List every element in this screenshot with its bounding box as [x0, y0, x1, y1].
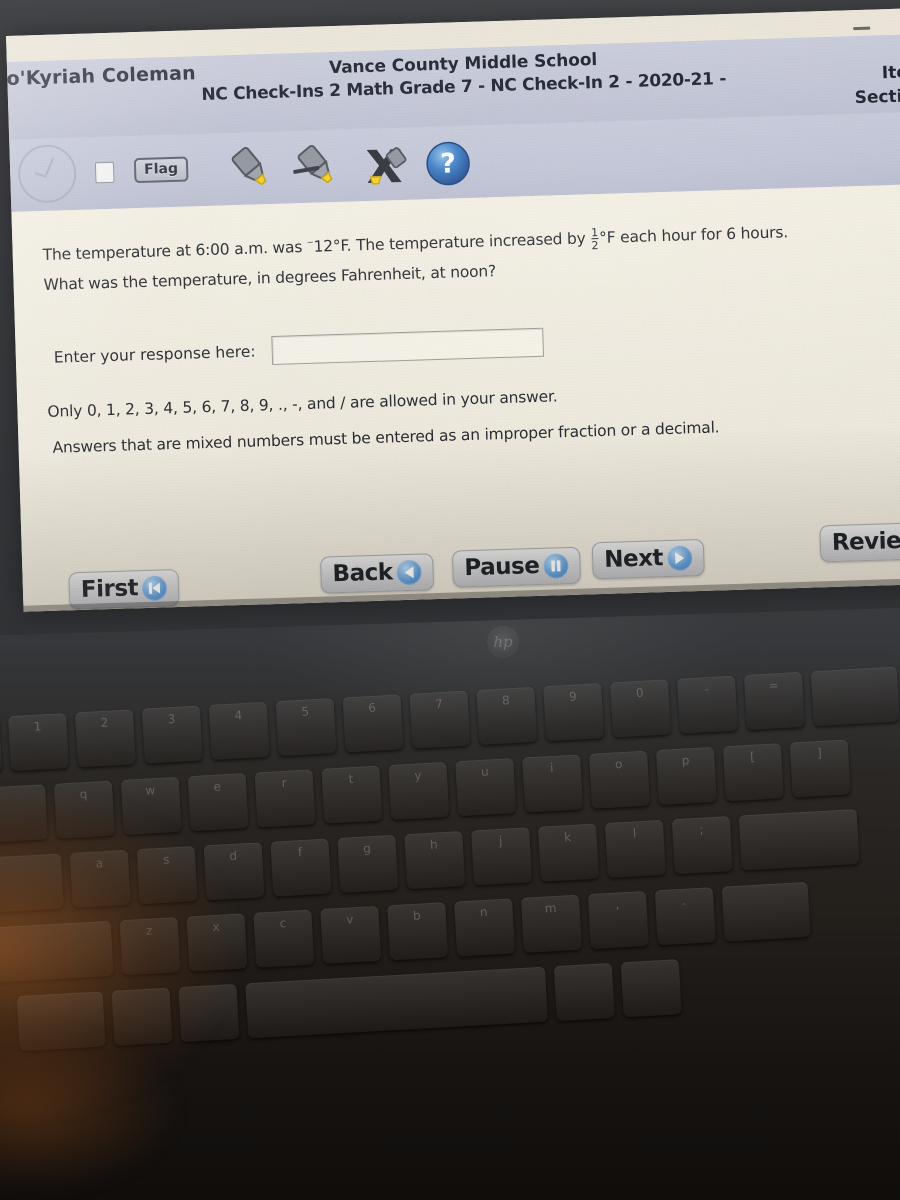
help-icon[interactable]: ? [421, 138, 475, 190]
key: 8 [476, 686, 538, 745]
fraction-denominator: 2 [591, 238, 599, 253]
key: 5 [275, 698, 337, 757]
flag-button[interactable]: Flag [133, 156, 189, 184]
clock-icon [17, 143, 78, 204]
flag-checkbox[interactable] [94, 161, 115, 184]
key: ; [671, 816, 733, 875]
fraction-numerator: 1 [590, 226, 599, 240]
pause-icon [542, 552, 569, 579]
key: l [604, 819, 666, 878]
key: ` [0, 716, 3, 775]
mixed-number-note: Answers that are mixed numbers must be e… [52, 418, 720, 457]
key: 1 [8, 712, 69, 772]
highlighter-icon[interactable] [221, 144, 275, 196]
key: ] [789, 739, 851, 798]
question-line1-part-a: The temperature at 6:00 a.m. was [42, 237, 308, 264]
key: - [676, 675, 738, 734]
next-arrow-icon [666, 544, 693, 571]
previous-arrow-icon [396, 559, 422, 585]
hp-logo [487, 626, 519, 658]
key: . [654, 887, 716, 946]
next-button-label: Next [603, 545, 664, 573]
back-button[interactable]: Back [320, 553, 435, 594]
svg-text:?: ? [440, 148, 457, 179]
pause-button[interactable]: Pause [451, 546, 581, 588]
response-label: Enter your response here: [53, 342, 256, 367]
key: , [587, 890, 649, 950]
laptop-photo: ` 1 2 3 4 5 6 7 8 9 0 - = q w e r t y u … [0, 0, 900, 1200]
test-application-screen: Jo'Kyriah Coleman Vance County Middle Sc… [6, 8, 900, 612]
key: 6 [342, 694, 404, 753]
question-line1-part-b: 12°F. The temperature increased by [313, 229, 591, 256]
key: 2 [74, 709, 136, 768]
key [620, 959, 682, 1018]
response-input[interactable] [271, 327, 544, 366]
section-label: Section [854, 85, 900, 109]
next-button[interactable]: Next [591, 538, 705, 580]
item-label: Item [881, 61, 900, 84]
review-button-label: Review [831, 527, 900, 557]
key [553, 962, 615, 1022]
key: 0 [610, 679, 672, 738]
strikethrough-highlighter-icon[interactable] [287, 142, 341, 194]
key: k [538, 823, 599, 882]
first-button-label: First [80, 575, 139, 603]
key: o [589, 750, 650, 809]
key: 4 [208, 701, 270, 760]
lamp-glow-secondary [0, 1020, 360, 1200]
key [810, 666, 900, 727]
pause-button-label: Pause [464, 552, 540, 582]
response-row: Enter your response here: [53, 327, 544, 372]
key [738, 809, 860, 871]
key [721, 881, 811, 942]
key: p [655, 746, 717, 806]
clear-highlight-icon[interactable] [357, 140, 411, 192]
allowed-characters-note: Only 0, 1, 2, 3, 4, 5, 6, 7, 8, 9, ., -,… [47, 387, 558, 421]
question-text: The temperature at 6:00 a.m. was ⁻12°F. … [42, 212, 900, 299]
key: 9 [543, 683, 605, 742]
key: m [520, 894, 582, 953]
key: j [471, 827, 533, 886]
question-content: The temperature at 6:00 a.m. was ⁻12°F. … [11, 184, 900, 612]
question-line2: What was the temperature, in degrees Fah… [43, 262, 497, 294]
skip-to-start-icon [141, 574, 168, 601]
item-section-indicator: Item Section [854, 60, 900, 110]
key: 7 [409, 690, 471, 749]
question-line1-part-c: °F each hour for 6 hours. [598, 223, 789, 247]
key: [ [722, 743, 784, 802]
key: i [522, 754, 584, 813]
back-button-label: Back [332, 559, 393, 588]
minimize-icon[interactable] [853, 26, 871, 31]
key: = [743, 671, 805, 731]
fraction-one-half: 12 [590, 226, 599, 253]
key: 3 [141, 705, 203, 764]
review-button[interactable]: Review [819, 521, 900, 563]
